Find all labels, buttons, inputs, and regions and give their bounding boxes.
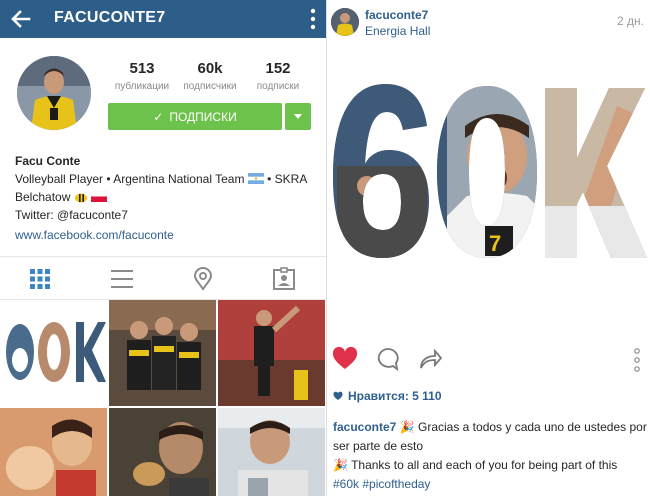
post-image[interactable]: 7 xyxy=(327,46,650,336)
grid-photo-60k[interactable] xyxy=(0,300,107,406)
bio-line-1-team: • SKRA xyxy=(267,172,308,186)
stat-posts-count: 513 xyxy=(129,60,155,77)
post-timestamp: 2 дн. xyxy=(617,14,644,28)
grid-icon[interactable] xyxy=(28,267,52,291)
stat-followers-label: подписчики xyxy=(183,81,237,92)
post-author-avatar[interactable] xyxy=(331,8,359,36)
stat-following[interactable]: 152 подписки xyxy=(244,60,312,92)
stat-following-count: 152 xyxy=(265,60,291,77)
grid-photo-eating[interactable] xyxy=(109,408,216,496)
post-author-username[interactable]: facuconte7 xyxy=(365,8,428,22)
party-popper-emoji-icon-2: 🎉 xyxy=(333,458,348,472)
post-screen: facuconte7 Energia Hall 2 дн. 7 Нравится… xyxy=(326,0,650,496)
profile-bio: Facu Conte Volleyball Player • Argentina… xyxy=(15,152,315,244)
post-caption: facuconte7 🎉 Gracias a todos y cada uno … xyxy=(333,418,647,494)
comment-icon[interactable] xyxy=(374,346,400,372)
bio-line-2: Belchatow xyxy=(15,188,315,206)
party-popper-emoji-icon: 🎉 xyxy=(399,420,415,434)
grid-photo-spike[interactable] xyxy=(218,300,325,406)
post-image-60k-graphic: 7 xyxy=(327,46,650,336)
post-location[interactable]: Energia Hall xyxy=(365,24,430,38)
hashtag-60k[interactable]: #60k xyxy=(333,477,359,491)
list-icon[interactable] xyxy=(110,267,134,291)
likes-count[interactable]: Нравится: 5 110 xyxy=(333,389,442,403)
caption-line-2: 🎉 Thanks to all and each of you for bein… xyxy=(333,456,647,475)
bio-website-link[interactable]: www.facebook.com/facuconte xyxy=(15,226,315,244)
share-icon[interactable] xyxy=(417,346,443,372)
stat-posts[interactable]: 513 публикации xyxy=(108,60,176,92)
bee-emoji-icon xyxy=(74,193,87,203)
hashtag-picoftheday[interactable]: #picoftheday xyxy=(362,477,430,491)
caret-down-icon xyxy=(294,114,302,119)
grid-photo-family[interactable] xyxy=(0,408,107,496)
app-bar: FACUCONTE7 xyxy=(0,0,326,38)
stat-followers-count: 60k xyxy=(197,60,223,77)
check-icon: ✓ xyxy=(153,109,164,124)
bio-line-1-text: Volleyball Player • Argentina National T… xyxy=(15,172,245,186)
like-heart-icon[interactable] xyxy=(332,346,358,372)
argentina-flag-icon xyxy=(247,173,264,184)
grid-photo-team-huddle[interactable] xyxy=(109,300,216,406)
grid-photo-selfie[interactable] xyxy=(218,408,325,496)
stat-following-label: подписки xyxy=(256,81,300,92)
following-button[interactable]: ✓ ПОДПИСКИ xyxy=(108,103,282,130)
caption-username[interactable]: facuconte7 xyxy=(333,420,396,434)
location-pin-icon[interactable] xyxy=(191,267,215,291)
caption-hashtags: #60k #picoftheday xyxy=(333,475,647,494)
following-button-label: ПОДПИСКИ xyxy=(169,109,237,124)
stat-posts-label: публикации xyxy=(114,81,170,92)
more-options-icon[interactable] xyxy=(310,7,316,31)
caption-line-1: facuconte7 🎉 Gracias a todos y cada uno … xyxy=(333,418,647,456)
profile-avatar[interactable] xyxy=(17,56,91,130)
bio-line-2-text: Belchatow xyxy=(15,190,71,204)
photo-grid xyxy=(0,300,326,496)
small-heart-icon xyxy=(333,391,343,400)
bio-twitter: Twitter: @facuconte7 xyxy=(15,208,128,222)
profile-tabs xyxy=(0,256,326,300)
likes-count-text: Нравится: 5 110 xyxy=(348,389,442,403)
svg-text:7: 7 xyxy=(489,231,501,256)
stat-followers[interactable]: 60k подписчики xyxy=(176,60,244,92)
profile-username-title: FACUCONTE7 xyxy=(54,9,166,26)
back-arrow-icon[interactable] xyxy=(8,6,34,32)
bio-line-1: Volleyball Player • Argentina National T… xyxy=(15,170,315,188)
caption-english-text: Thanks to all and each of you for being … xyxy=(351,458,618,472)
post-options-icon[interactable] xyxy=(633,347,641,373)
suggestions-dropdown-button[interactable] xyxy=(285,103,311,130)
profile-full-name: Facu Conte xyxy=(15,154,81,168)
poland-flag-icon xyxy=(90,190,108,202)
profile-screen: FACUCONTE7 513 публикации 60k подписчики… xyxy=(0,0,326,496)
tagged-person-icon[interactable] xyxy=(272,267,296,291)
